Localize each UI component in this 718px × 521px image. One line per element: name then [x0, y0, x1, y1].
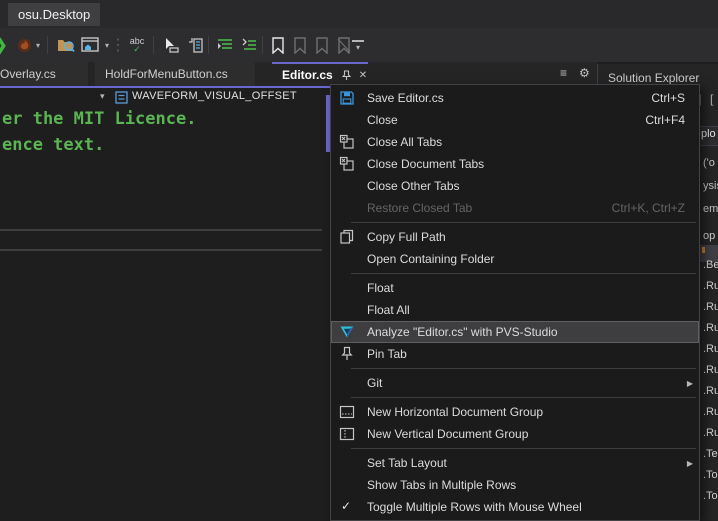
bookmark-icon[interactable]	[268, 35, 288, 55]
tree-item-fragment[interactable]: .To	[703, 490, 718, 502]
pvs-studio-icon	[339, 324, 355, 340]
toolbar-overflow-icon[interactable]: ▾	[352, 40, 364, 52]
next-bookmark-icon[interactable]	[312, 35, 332, 55]
tree-item-fragment[interactable]: .Ru	[703, 427, 718, 439]
submenu-arrow-icon: ▶	[687, 379, 693, 388]
spell-check-icon[interactable]: abc ✓	[126, 35, 148, 55]
tree-item-fragment[interactable]: .To	[703, 469, 718, 481]
pin-icon	[339, 346, 355, 362]
panel-toolbar-icon-fragment[interactable]: [	[710, 92, 713, 106]
close-document-tabs-icon	[339, 156, 355, 172]
previous-bookmark-icon[interactable]	[290, 35, 310, 55]
menu-separator	[351, 368, 696, 369]
tab-label: HoldForMenuButton.cs	[105, 67, 228, 81]
tree-item-fragment[interactable]: ('o	[703, 157, 715, 169]
document-tab-bar: Overlay.cs HoldForMenuButton.cs Editor.c…	[0, 62, 597, 86]
chevron-down-icon[interactable]: ▾	[100, 91, 105, 102]
cursor-select-icon[interactable]	[160, 35, 182, 55]
menu-separator	[351, 273, 696, 274]
run-chevron-icon[interactable]: ❯	[0, 35, 7, 55]
search-placeholder-fragment: plo	[701, 128, 716, 140]
hot-reload-flame-icon[interactable]	[16, 35, 32, 55]
close-all-tabs-icon	[339, 134, 355, 150]
menu-item-analyze-with-pvs-studio[interactable]: Analyze "Editor.cs" with PVS-Studio	[331, 321, 699, 343]
checkmark-icon: ✓	[341, 499, 351, 513]
toolbar-divider	[47, 36, 48, 54]
tree-item-fragment[interactable]: .Be	[703, 259, 718, 271]
hot-reload-dropdown-caret[interactable]: ▾	[33, 35, 43, 55]
navigate-home-icon[interactable]	[80, 35, 100, 55]
tab-label: Editor.cs	[282, 68, 333, 82]
format-document-icon[interactable]	[238, 35, 260, 55]
vs-window: osu.Desktop ❯ ▾ ▾ ⋮ abc ✓	[0, 0, 718, 521]
save-icon	[339, 90, 355, 106]
tree-item-fragment[interactable]: .Ru	[703, 385, 718, 397]
tab-editor[interactable]: Editor.cs ✕	[272, 62, 368, 86]
code-line: ence text.	[2, 135, 104, 155]
pin-tab-icon[interactable]	[342, 70, 351, 81]
tab-holdformenubutton[interactable]: HoldForMenuButton.cs	[95, 62, 255, 86]
tree-item-fragment[interactable]: op	[703, 230, 715, 242]
menu-item-close-document-tabs[interactable]: Close Document Tabs	[331, 153, 699, 175]
copy-document-icon[interactable]	[184, 35, 206, 55]
menu-separator	[351, 448, 696, 449]
menu-item-toggle-multiple-rows-with-mouse-wheel[interactable]: ✓ Toggle Multiple Rows with Mouse Wheel	[331, 496, 699, 518]
menu-item-set-tab-layout[interactable]: Set Tab Layout ▶	[331, 452, 699, 474]
title-bar: osu.Desktop	[0, 0, 718, 28]
tab-overlay[interactable]: Overlay.cs	[0, 62, 88, 86]
drag-grip-icon: ⋮	[114, 35, 122, 55]
tree-item-fragment[interactable]: .Ru	[703, 301, 718, 313]
submenu-arrow-icon: ▶	[687, 459, 693, 468]
menu-item-close[interactable]: Close Ctrl+F4	[331, 109, 699, 131]
menu-item-close-all-tabs[interactable]: Close All Tabs	[331, 131, 699, 153]
tree-item-fragment[interactable]: .Te	[703, 448, 718, 460]
copy-icon	[339, 229, 355, 245]
editor-separator-line	[0, 249, 322, 251]
panel-title: Solution Explorer	[608, 71, 699, 85]
tree-item-fragment[interactable]: .Ru	[703, 364, 718, 376]
new-horizontal-group-icon	[339, 404, 355, 420]
find-in-files-icon[interactable]	[56, 35, 76, 55]
window-title: osu.Desktop	[8, 3, 100, 26]
menu-item-close-other-tabs[interactable]: Close Other Tabs	[331, 175, 699, 197]
menu-item-new-horizontal-document-group[interactable]: New Horizontal Document Group	[331, 401, 699, 423]
tree-item-fragment[interactable]: .Ru	[703, 322, 718, 334]
tree-item-fragment[interactable]: ysis	[703, 180, 718, 192]
project-icon-fragment	[702, 247, 705, 253]
member-icon	[115, 91, 128, 104]
tab-context-menu: Save Editor.cs Ctrl+S Close Ctrl+F4 Clos…	[330, 84, 700, 521]
menu-item-float-all[interactable]: Float All	[331, 299, 699, 321]
new-vertical-group-icon	[339, 426, 355, 442]
menu-separator	[351, 397, 696, 398]
code-line: er the MIT Licence.	[2, 109, 196, 129]
menu-item-restore-closed-tab: Restore Closed Tab Ctrl+K, Ctrl+Z	[331, 197, 699, 219]
menu-separator	[351, 222, 696, 223]
menu-item-copy-full-path[interactable]: Copy Full Path	[331, 226, 699, 248]
clear-bookmarks-icon[interactable]	[334, 35, 354, 55]
member-dropdown[interactable]: WAVEFORM_VISUAL_OFFSET	[132, 90, 297, 102]
toolbar-divider	[262, 36, 263, 54]
menu-item-pin-tab[interactable]: Pin Tab	[331, 343, 699, 365]
menu-item-show-tabs-in-multiple-rows[interactable]: Show Tabs in Multiple Rows	[331, 474, 699, 496]
main-toolbar: ❯ ▾ ▾ ⋮ abc ✓	[0, 28, 718, 62]
menu-item-git[interactable]: Git ▶	[331, 372, 699, 394]
close-tab-icon[interactable]: ✕	[359, 70, 367, 81]
editor-separator-line	[0, 229, 322, 231]
gear-icon[interactable]: ⚙	[579, 66, 590, 80]
tab-overflow-icon[interactable]: ≡	[560, 66, 567, 80]
menu-item-save[interactable]: Save Editor.cs Ctrl+S	[331, 87, 699, 109]
tab-label: Overlay.cs	[0, 67, 56, 81]
menu-item-new-vertical-document-group[interactable]: New Vertical Document Group	[331, 423, 699, 445]
tree-item-fragment[interactable]: .Ru	[703, 406, 718, 418]
toolbar-divider	[208, 36, 209, 54]
tree-item-fragment[interactable]: .Ru	[703, 343, 718, 355]
menu-item-open-containing-folder[interactable]: Open Containing Folder	[331, 248, 699, 270]
menu-item-float[interactable]: Float	[331, 277, 699, 299]
code-editor[interactable]: er the MIT Licence. ence text.	[2, 106, 196, 158]
tree-item-fragment[interactable]: .Ru	[703, 280, 718, 292]
toolbar-divider	[153, 36, 154, 54]
tree-item-fragment[interactable]: em	[703, 203, 718, 215]
indent-icon[interactable]	[214, 35, 236, 55]
